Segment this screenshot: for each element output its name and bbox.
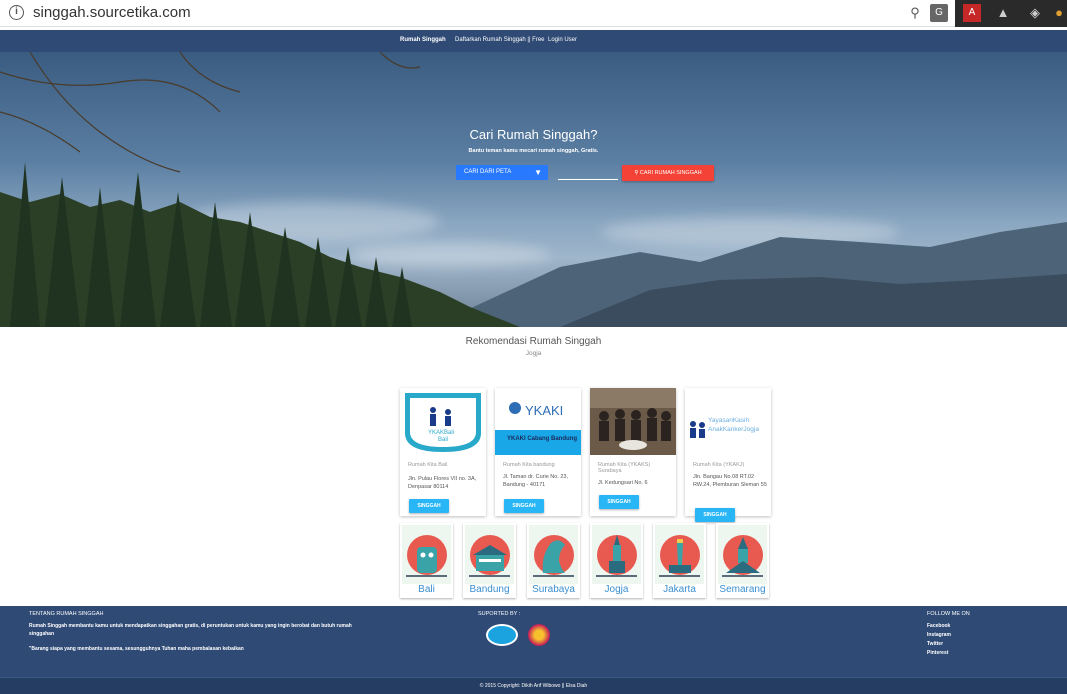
- bandung-landmark-icon: [465, 525, 514, 584]
- about-text: Rumah Singgah membantu kamu untuk mendap…: [29, 623, 352, 637]
- card-title: Rumah Kita bandung: [503, 462, 555, 468]
- info-icon[interactable]: i: [9, 5, 24, 20]
- drive-extension-icon[interactable]: ▲: [994, 4, 1012, 22]
- card-address: Jl. Taman dr. Curie No. 23, Bandung - 40…: [503, 474, 569, 488]
- shelter-card[interactable]: YKAKBali Bali Rumah Kita Bali Jln. Pulau…: [400, 388, 486, 516]
- shelter-image: YayasanKasih AnakKankerJogja: [685, 388, 771, 455]
- pinterest-link[interactable]: Pinterest: [927, 649, 948, 657]
- hero-subtitle: Bantu teman kamu mecari rumah singgah, G…: [468, 148, 599, 154]
- section-title: Rekomendasi Rumah Singgah: [465, 336, 602, 347]
- select-label: CARI DARI PETA: [464, 169, 512, 175]
- zoom-icon[interactable]: ⚲: [906, 4, 924, 22]
- shelter-card[interactable]: YKAKI YKAKI Cabang Bandung Rumah Kita ba…: [495, 388, 581, 516]
- search-button[interactable]: ⚲ CARI RUMAH SINGGAH: [622, 165, 714, 181]
- search-input[interactable]: [558, 165, 618, 180]
- search-button-label: CARI RUMAH SINGGAH: [639, 170, 702, 176]
- city-tile-bandung[interactable]: Bandung: [463, 523, 516, 598]
- instagram-link[interactable]: Instagram: [927, 631, 951, 639]
- city-label: Jogja: [604, 584, 629, 595]
- search-icon: ⚲: [634, 170, 639, 176]
- semarang-landmark-icon: [718, 525, 767, 584]
- translate-icon[interactable]: G: [930, 4, 948, 22]
- section-subtitle: Jogja: [525, 350, 542, 357]
- city-tile-jogja[interactable]: Jogja: [590, 523, 643, 598]
- caret-down-icon: ▼: [534, 168, 542, 177]
- shelter-image: YKAKBali Bali: [400, 388, 486, 455]
- card-address: Jl. Kedungsari No. 6: [598, 480, 648, 486]
- svg-text:AnakKankerJogja: AnakKankerJogja: [708, 426, 759, 433]
- landscape-illustration: [0, 52, 1067, 327]
- copyright-text: © 2015 Copyright: Dikih Arif Wibowo || E…: [479, 683, 588, 689]
- svg-text:YKAKBali: YKAKBali: [428, 430, 454, 436]
- city-tile-semarang[interactable]: Semarang: [716, 523, 769, 598]
- lightbulb-extension-icon[interactable]: ◈: [1026, 4, 1044, 22]
- nav-home-link[interactable]: Rumah Singgah: [400, 37, 446, 43]
- sponsor-logo[interactable]: [486, 624, 518, 646]
- city-label: Bandung: [469, 584, 510, 595]
- singgah-button[interactable]: SINGGAH: [504, 499, 544, 513]
- bali-landmark-icon: [402, 525, 451, 584]
- address-bar[interactable]: singgah.sourcetika.com: [33, 4, 191, 21]
- card-title: Rumah Kita (YKAKS) Surabaya: [598, 462, 651, 474]
- supported-title: SUPORTED BY :: [478, 611, 521, 617]
- card-address: Jln. Pulau Flores VII no. 3A, Denpasar 8…: [408, 476, 477, 490]
- browser-toolbar: i singgah.sourcetika.com ⚲ G A ▲ ◈ ●: [0, 0, 1067, 27]
- svg-text:YKAKI Cabang Bandung: YKAKI Cabang Bandung: [507, 436, 577, 442]
- card-address: Jln. Bangau No.08 RT.02 RW.24, Plemburan…: [693, 474, 767, 488]
- top-navigation: Rumah Singgah Daftarkan Rumah Singgah ||…: [0, 30, 1067, 52]
- card-title: Rumah Kita (YKAKJ): [693, 462, 745, 468]
- monas-landmark-icon: [655, 525, 704, 584]
- singgah-button[interactable]: SINGGAH: [409, 499, 449, 513]
- city-label: Surabaya: [532, 584, 575, 595]
- city-tile-surabaya[interactable]: Surabaya: [527, 523, 580, 598]
- singgah-button[interactable]: SINGGAH: [599, 495, 639, 509]
- svg-text:YKAKI: YKAKI: [525, 403, 563, 418]
- extension-icon[interactable]: ●: [1050, 4, 1067, 22]
- city-label: Semarang: [719, 584, 766, 595]
- hero-title: Cari Rumah Singgah?: [469, 127, 598, 142]
- nav-register-link[interactable]: Daftarkan Rumah Singgah || Free: [455, 37, 545, 43]
- singgah-button[interactable]: SINGGAH: [695, 508, 735, 522]
- about-title: TENTANG RUMAH SINGGAH: [29, 611, 104, 617]
- svg-text:YayasanKasih: YayasanKasih: [708, 417, 749, 424]
- city-tile-bali[interactable]: Bali: [400, 523, 453, 598]
- map-search-select[interactable]: CARI DARI PETA ▼: [456, 165, 548, 180]
- pdf-extension-icon[interactable]: A: [963, 4, 981, 22]
- shelter-card[interactable]: YayasanKasih AnakKankerJogja Rumah Kita …: [685, 388, 771, 522]
- city-tile-jakarta[interactable]: Jakarta: [653, 523, 706, 598]
- facebook-link[interactable]: Facebook: [927, 622, 950, 630]
- nav-login-link[interactable]: Login User: [548, 37, 577, 43]
- city-label: Jakarta: [663, 584, 696, 595]
- jogja-landmark-icon: [592, 525, 641, 584]
- city-label: Bali: [418, 584, 435, 595]
- surabaya-landmark-icon: [529, 525, 578, 584]
- about-quote: "Barang siapa yang membantu sesama, sesu…: [29, 646, 244, 652]
- twitter-link[interactable]: Twitter: [927, 640, 943, 648]
- sponsor-logo[interactable]: [528, 624, 550, 646]
- copyright-bar: © 2015 Copyright: Dikih Arif Wibowo || E…: [0, 677, 1067, 694]
- hero-banner: Cari Rumah Singgah? Bantu teman kamu mec…: [0, 52, 1067, 327]
- shelter-card[interactable]: Rumah Kita (YKAKS) Surabaya Jl. Kedungsa…: [590, 388, 676, 516]
- svg-text:Bali: Bali: [438, 437, 448, 443]
- follow-title: FOLLOW ME ON: [927, 611, 970, 617]
- card-title: Rumah Kita Bali: [408, 462, 448, 468]
- shelter-photo: [590, 388, 676, 455]
- shelter-image: YKAKI YKAKI Cabang Bandung: [495, 388, 581, 455]
